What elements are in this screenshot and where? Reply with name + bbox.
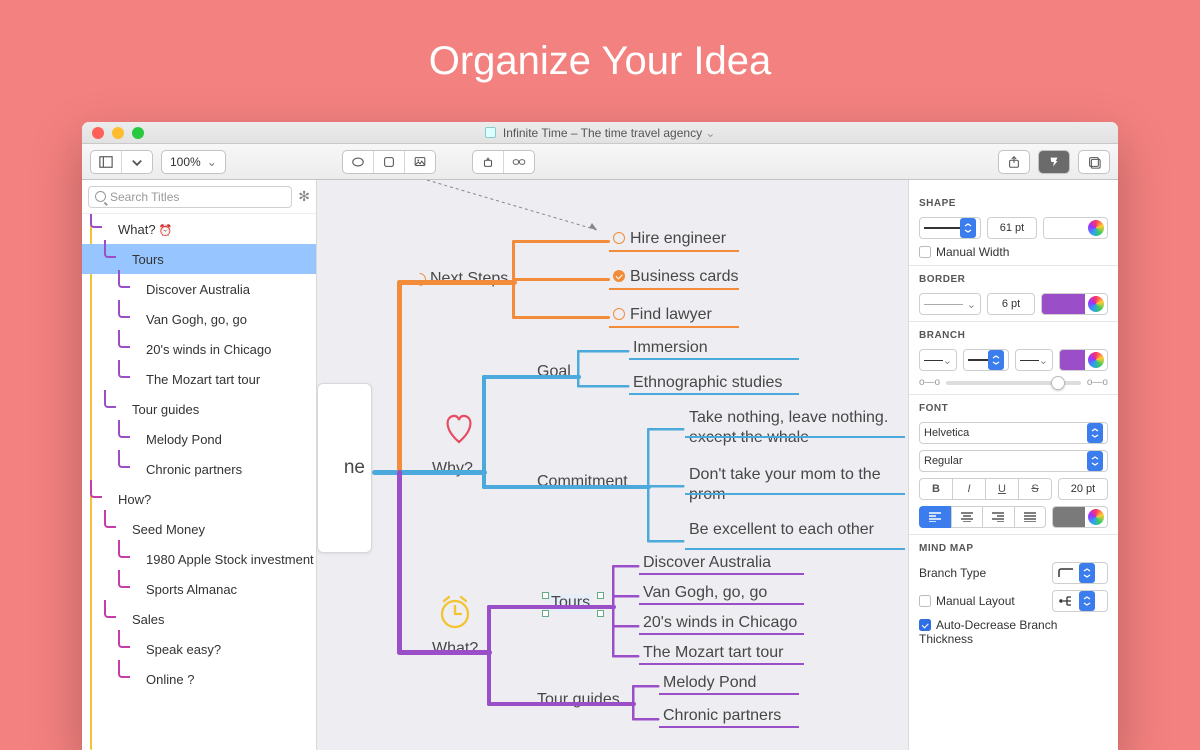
app-window: Infinite Time – The time travel agency ⌄…: [82, 122, 1118, 750]
outline-list[interactable]: What? ⏰ToursDiscover AustraliaVan Gogh, …: [82, 214, 316, 750]
align-center-button[interactable]: [951, 506, 983, 528]
toolbar: 100%⌄: [82, 144, 1118, 180]
border-color-swatch[interactable]: [1041, 293, 1108, 315]
search-icon: [95, 191, 106, 202]
font-family-select[interactable]: Helvetica: [919, 422, 1108, 444]
map-node[interactable]: Melody Pond: [663, 674, 756, 692]
font-underline-button[interactable]: U: [985, 478, 1018, 500]
map-node[interactable]: Don't take your mom to the prom: [689, 465, 899, 505]
branch-heading: BRANCH: [919, 330, 1108, 341]
outline-item[interactable]: Online ?: [82, 664, 316, 694]
font-bold-button[interactable]: B: [919, 478, 952, 500]
map-node[interactable]: The Mozart tart tour: [643, 644, 784, 662]
auto-thickness-checkbox[interactable]: Auto-Decrease Branch Thickness: [919, 618, 1057, 646]
map-node[interactable]: Business cards: [613, 268, 739, 286]
font-size-field[interactable]: 20 pt: [1058, 478, 1108, 500]
outline-item[interactable]: What? ⏰: [82, 214, 316, 244]
map-node[interactable]: Chronic partners: [663, 707, 781, 725]
map-node[interactable]: Ethnographic studies: [633, 374, 782, 392]
map-node[interactable]: What?: [432, 640, 478, 658]
outline-sidebar: Search Titles ✻ What? ⏰ToursDiscover Aus…: [82, 180, 317, 750]
hero-title: Organize Your Idea: [0, 0, 1200, 122]
branch-mid-style[interactable]: [963, 349, 1009, 371]
outline-item[interactable]: The Mozart tart tour: [82, 364, 316, 394]
window-title: Infinite Time – The time travel agency ⌄: [82, 126, 1118, 140]
font-italic-button[interactable]: I: [952, 478, 985, 500]
view-layout-icon[interactable]: [91, 151, 122, 173]
traffic-close[interactable]: [92, 127, 104, 139]
map-node[interactable]: Van Gogh, go, go: [643, 584, 767, 602]
traffic-zoom[interactable]: [132, 127, 144, 139]
branch-type-select[interactable]: [1052, 562, 1108, 584]
styles-button[interactable]: [1078, 150, 1110, 174]
shape-width-field[interactable]: 61 pt: [987, 217, 1037, 239]
outline-item[interactable]: How?: [82, 484, 316, 514]
manual-width-checkbox[interactable]: Manual Width: [919, 245, 1009, 259]
search-input[interactable]: Search Titles: [88, 186, 292, 208]
shape-fill-swatch[interactable]: [1043, 217, 1108, 239]
manual-layout-checkbox[interactable]: Manual Layout: [919, 594, 1046, 608]
border-heading: BORDER: [919, 274, 1108, 285]
map-node[interactable]: Next Steps: [430, 270, 508, 288]
mindmap-canvas[interactable]: ne Next Steps Hire engineer Business cards…: [317, 180, 908, 750]
add-link-icon[interactable]: [504, 151, 534, 173]
map-node[interactable]: Tour guides: [537, 691, 620, 709]
inspector-toggle[interactable]: [1038, 150, 1070, 174]
branch-start-style[interactable]: ⌄: [919, 349, 957, 371]
font-heading: FONT: [919, 403, 1108, 414]
attach-segmented[interactable]: [472, 150, 535, 174]
layout-style-select[interactable]: [1052, 590, 1108, 612]
outline-item[interactable]: Sports Almanac: [82, 574, 316, 604]
view-dropdown-icon[interactable]: [122, 151, 152, 173]
share-button[interactable]: [998, 150, 1030, 174]
gear-icon[interactable]: ✻: [298, 188, 310, 205]
inspector-panel: SHAPE 61 pt Manual Width BORDER ⌄ 6 pt B…: [908, 180, 1118, 750]
map-node[interactable]: Tours: [549, 594, 592, 612]
font-strike-button[interactable]: S: [1018, 478, 1052, 500]
branch-end-style[interactable]: ⌄: [1015, 349, 1053, 371]
mindmap-heading: MIND MAP: [919, 543, 1108, 554]
add-attachment-icon[interactable]: [473, 151, 504, 173]
shape-line-style[interactable]: [919, 217, 981, 239]
align-right-button[interactable]: [982, 506, 1014, 528]
map-node[interactable]: Discover Australia: [643, 554, 771, 572]
view-segmented[interactable]: [90, 150, 153, 174]
shape-heading: SHAPE: [919, 198, 1108, 209]
align-left-button[interactable]: [919, 506, 951, 528]
map-node[interactable]: Hire engineer: [613, 230, 726, 248]
font-weight-select[interactable]: Regular: [919, 450, 1108, 472]
titlebar: Infinite Time – The time travel agency ⌄: [82, 122, 1118, 144]
map-node[interactable]: Be excellent to each other: [689, 520, 899, 540]
outline-item[interactable]: Chronic partners: [82, 454, 316, 484]
map-node[interactable]: Find lawyer: [613, 306, 712, 324]
map-node[interactable]: Immersion: [633, 339, 708, 357]
branch-type-label: Branch Type: [919, 566, 1046, 580]
document-icon: [485, 127, 496, 138]
font-color-swatch[interactable]: [1052, 506, 1108, 528]
insert-image-icon[interactable]: [405, 151, 435, 173]
align-justify-button[interactable]: [1014, 506, 1047, 528]
insert-topic-icon[interactable]: [343, 151, 374, 173]
map-node[interactable]: Take nothing, leave nothing. except the …: [689, 408, 899, 448]
border-line-style[interactable]: ⌄: [919, 293, 981, 315]
traffic-minimize[interactable]: [112, 127, 124, 139]
branch-thickness-slider[interactable]: [946, 381, 1081, 385]
map-node[interactable]: Why?: [432, 460, 473, 478]
root-topic[interactable]: ne: [317, 383, 372, 553]
insert-note-icon[interactable]: [374, 151, 405, 173]
border-width-field[interactable]: 6 pt: [987, 293, 1035, 315]
branch-color-swatch[interactable]: [1059, 349, 1108, 371]
insert-segmented[interactable]: [342, 150, 436, 174]
zoom-select[interactable]: 100%⌄: [161, 150, 226, 174]
map-node[interactable]: 20's winds in Chicago: [643, 614, 797, 632]
